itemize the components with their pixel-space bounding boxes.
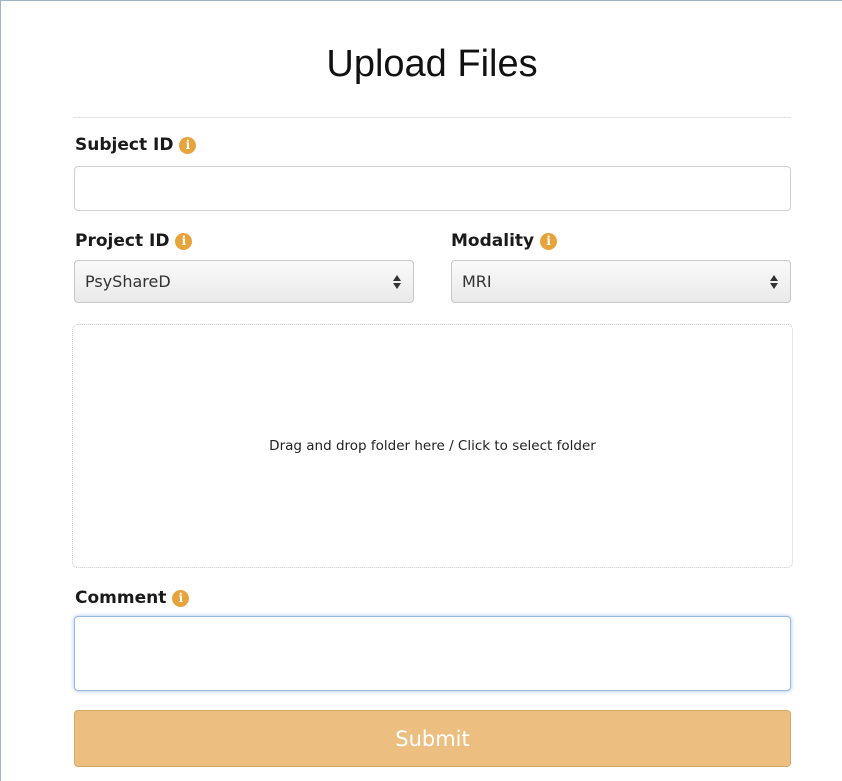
page-frame: Upload Files Subject ID i Project ID i P… xyxy=(0,0,842,781)
subject-id-label: Subject ID i xyxy=(75,135,197,155)
updown-icon xyxy=(768,274,780,289)
subject-id-label-text: Subject ID xyxy=(75,135,174,155)
project-id-label: Project ID i xyxy=(75,231,193,251)
dropzone-text: Drag and drop folder here / Click to sel… xyxy=(269,438,596,454)
info-icon[interactable]: i xyxy=(179,136,197,154)
info-icon[interactable]: i xyxy=(175,232,193,250)
submit-button[interactable]: Submit xyxy=(74,710,791,767)
modality-select[interactable]: MRI xyxy=(451,260,791,303)
project-id-label-text: Project ID xyxy=(75,231,170,251)
info-icon[interactable]: i xyxy=(540,232,558,250)
comment-input[interactable] xyxy=(74,616,791,691)
comment-label-text: Comment xyxy=(75,588,167,608)
page-title: Upload Files xyxy=(326,43,538,85)
modality-selected: MRI xyxy=(462,272,492,291)
modality-label-text: Modality xyxy=(451,231,535,251)
modality-label: Modality i xyxy=(451,231,558,251)
folder-dropzone[interactable]: Drag and drop folder here / Click to sel… xyxy=(72,324,793,568)
project-id-select[interactable]: PsyShareD xyxy=(74,260,414,303)
submit-label: Submit xyxy=(395,726,470,751)
subject-id-input[interactable] xyxy=(74,166,791,211)
project-id-selected: PsyShareD xyxy=(85,272,171,291)
comment-label: Comment i xyxy=(75,588,190,608)
updown-icon xyxy=(391,274,403,289)
title-divider xyxy=(73,117,791,118)
info-icon[interactable]: i xyxy=(172,589,190,607)
